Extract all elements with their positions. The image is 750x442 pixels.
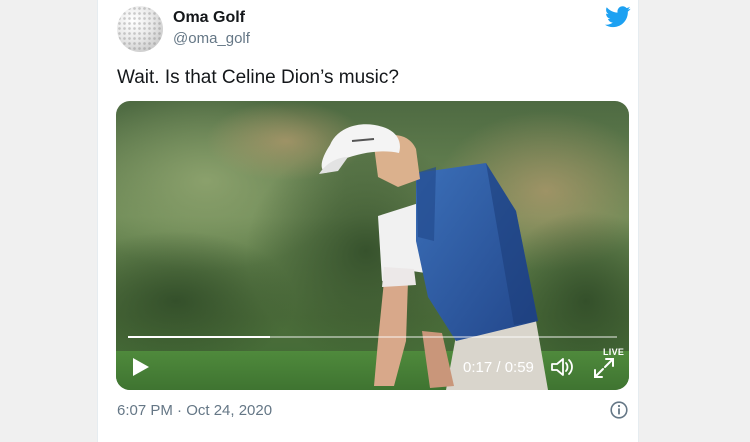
video-progress-bar[interactable]: [128, 336, 617, 338]
video-progress-fill: [128, 336, 270, 338]
avatar[interactable]: [117, 6, 163, 52]
video-frame: [116, 101, 629, 390]
live-badge: LIVE: [603, 347, 625, 357]
video-time: 0:17 / 0:59: [463, 359, 534, 376]
fullscreen-icon[interactable]: [593, 357, 615, 379]
author-name[interactable]: Oma Golf: [173, 9, 245, 27]
video-player[interactable]: 0:17 / 0:59 LIVE: [116, 101, 629, 390]
author-handle[interactable]: @oma_golf: [173, 30, 250, 47]
tweet-text: Wait. Is that Celine Dion’s music?: [117, 67, 399, 88]
volume-icon[interactable]: [550, 356, 574, 378]
tweet-card: Oma Golf @oma_golf Wait. Is that Celine …: [97, 0, 639, 442]
info-icon[interactable]: [610, 401, 628, 419]
twitter-bird-icon[interactable]: [605, 6, 631, 28]
play-icon[interactable]: [132, 357, 150, 377]
tweet-timestamp[interactable]: 6:07 PM · Oct 24, 2020: [117, 402, 272, 419]
